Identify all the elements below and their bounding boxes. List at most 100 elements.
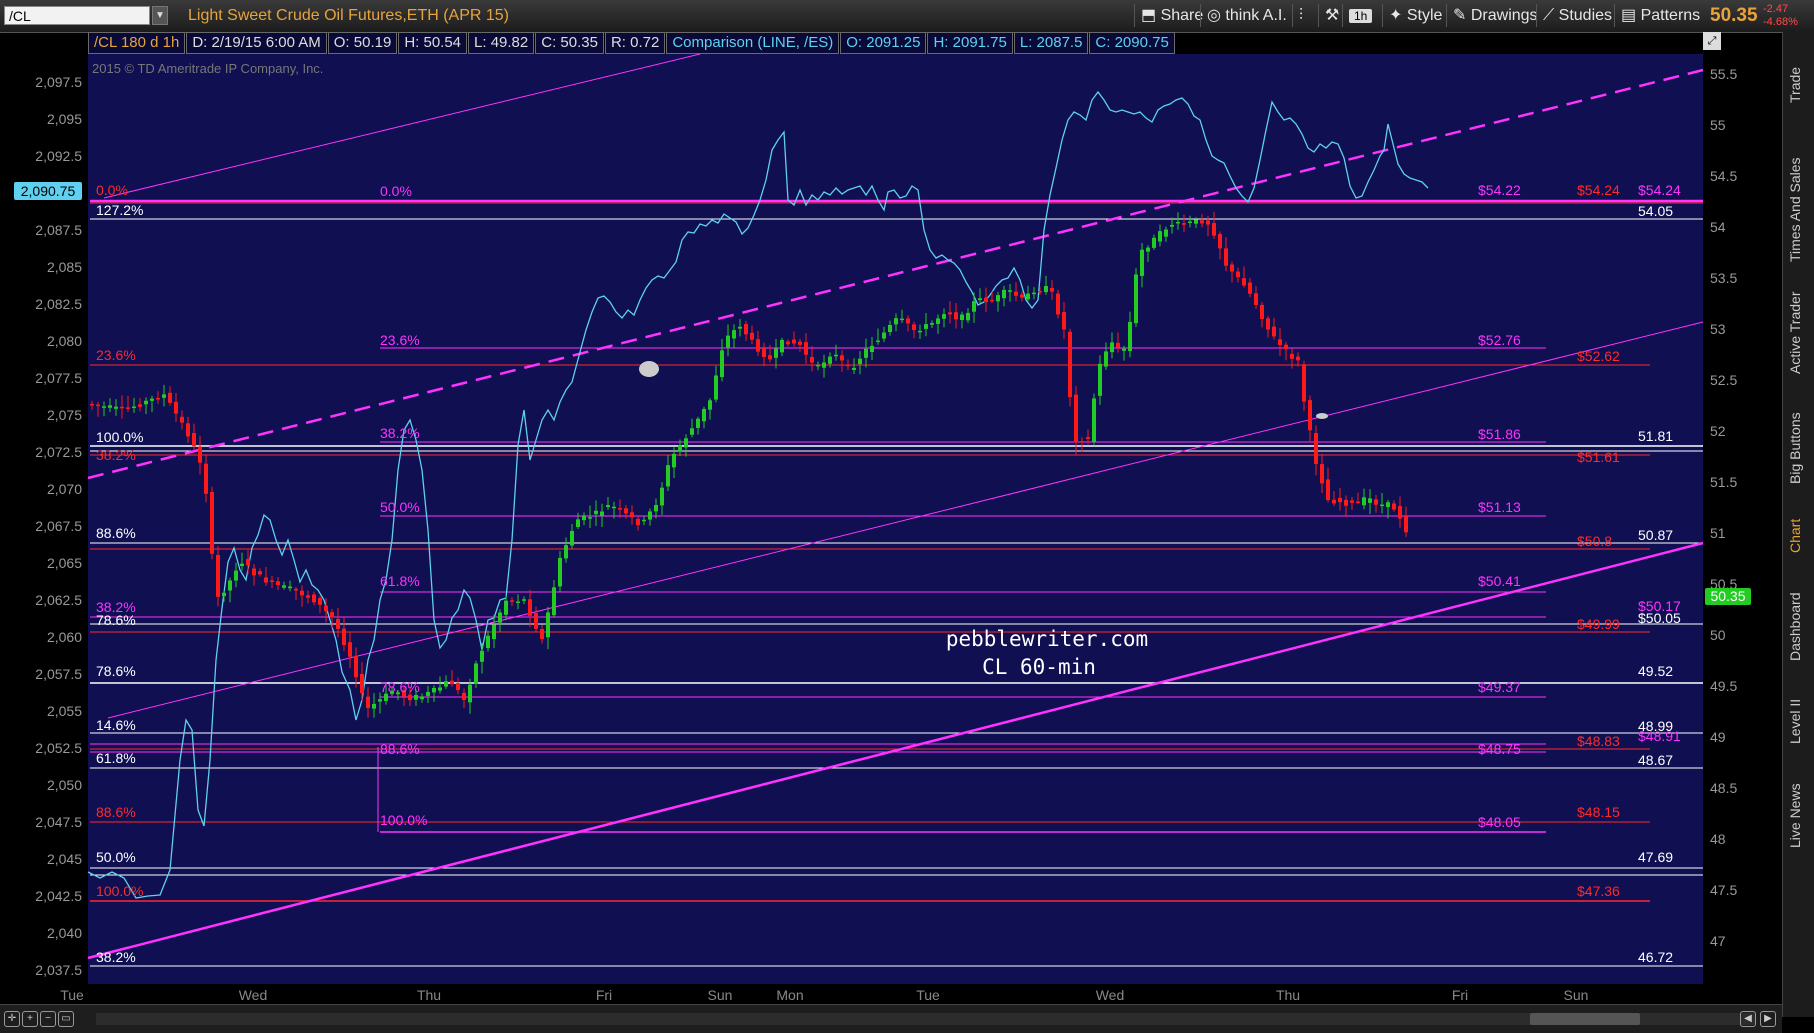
candle-body bbox=[546, 612, 550, 638]
candle-body bbox=[918, 330, 922, 333]
horizontal-scrollbar[interactable] bbox=[96, 1013, 1756, 1025]
candle-body bbox=[690, 428, 694, 435]
left-axis-label: 2,070 bbox=[47, 481, 82, 497]
candle-body bbox=[750, 332, 754, 340]
candle-body bbox=[1278, 339, 1282, 346]
candle-body bbox=[270, 580, 274, 583]
candle-body bbox=[1080, 441, 1084, 443]
candle-body bbox=[132, 406, 136, 409]
candle-body bbox=[996, 295, 1000, 302]
price-label: 47.69 bbox=[1638, 849, 1673, 865]
sidebar-tab-times-and-sales[interactable]: Times And Sales bbox=[1787, 150, 1811, 270]
candle-body bbox=[966, 312, 970, 321]
candle-body bbox=[246, 559, 250, 566]
right-axis-label: 48.5 bbox=[1710, 780, 1737, 796]
left-axis-label: 2,097.5 bbox=[35, 74, 82, 90]
sidebar-tab-chart[interactable]: Chart bbox=[1787, 506, 1811, 566]
right-axis-label: 52.5 bbox=[1710, 372, 1737, 388]
candle-body bbox=[1320, 464, 1324, 484]
candle-body bbox=[324, 605, 328, 612]
candle-body bbox=[528, 599, 532, 616]
fib-label: 23.6% bbox=[380, 332, 420, 348]
candle-body bbox=[1404, 516, 1408, 533]
candle-body bbox=[318, 598, 322, 605]
candle-body bbox=[846, 364, 850, 367]
sidebar-tab-big-buttons[interactable]: Big Buttons bbox=[1787, 406, 1811, 491]
fib-label: 38.2% bbox=[380, 425, 420, 441]
candle-body bbox=[624, 508, 628, 514]
candle-body bbox=[90, 403, 94, 406]
candle-body bbox=[1314, 433, 1318, 464]
candle-body bbox=[570, 530, 574, 546]
candle-body bbox=[726, 335, 730, 348]
candle-body bbox=[1098, 363, 1102, 396]
price-label: $48.91 bbox=[1638, 728, 1681, 744]
price-chart[interactable]: 2,097.52,0952,092.52,0902,087.52,0852,08… bbox=[0, 0, 1782, 1004]
left-axis-label: 2,085 bbox=[47, 259, 82, 275]
candle-body bbox=[1302, 364, 1306, 402]
right-axis-label: 47.5 bbox=[1710, 882, 1737, 898]
sidebar-tab-trade[interactable]: Trade bbox=[1787, 40, 1811, 130]
candle-body bbox=[756, 339, 760, 352]
candle-body bbox=[822, 362, 826, 368]
price-label: $50.05 bbox=[1638, 610, 1681, 626]
candle-body bbox=[1152, 237, 1156, 248]
candle-body bbox=[348, 642, 352, 657]
candle-body bbox=[540, 628, 544, 640]
candle-body bbox=[732, 330, 736, 339]
candle-body bbox=[492, 624, 496, 640]
scroll-left-icon[interactable]: ◀ bbox=[1740, 1011, 1756, 1027]
left-axis-label: 2,082.5 bbox=[35, 296, 82, 312]
candle-body bbox=[1104, 351, 1108, 367]
candle-body bbox=[414, 694, 418, 700]
candle-body bbox=[582, 515, 586, 521]
candle-body bbox=[666, 465, 670, 487]
candle-body bbox=[378, 699, 382, 702]
scroll-right-icon[interactable]: ▶ bbox=[1760, 1011, 1776, 1027]
candle-body bbox=[894, 318, 898, 325]
left-axis-label: 2,042.5 bbox=[35, 888, 82, 904]
candle-body bbox=[618, 508, 622, 510]
candle-body bbox=[1392, 503, 1396, 510]
sidebar-tab-live-news[interactable]: Live News bbox=[1787, 768, 1811, 863]
sidebar-tab-active-trader[interactable]: Active Trader bbox=[1787, 278, 1811, 388]
price-label: 46.72 bbox=[1638, 949, 1673, 965]
candle-body bbox=[1008, 290, 1012, 292]
fib-label: 38.2% bbox=[96, 447, 136, 463]
sidebar-tab-level-ii[interactable]: Level II bbox=[1787, 686, 1811, 756]
candle-body bbox=[228, 580, 232, 591]
price-label: $52.76 bbox=[1478, 332, 1521, 348]
candle-body bbox=[174, 401, 178, 414]
left-axis-label: 2,092.5 bbox=[35, 148, 82, 164]
candle-body bbox=[162, 394, 166, 398]
zoom-out-icon[interactable]: − bbox=[40, 1011, 56, 1027]
fit-icon[interactable]: ▭ bbox=[58, 1011, 74, 1027]
candle-body bbox=[876, 340, 880, 342]
candle-body bbox=[978, 298, 982, 301]
candle-body bbox=[1086, 437, 1090, 440]
zoom-in-icon[interactable]: + bbox=[22, 1011, 38, 1027]
candle-body bbox=[198, 446, 202, 463]
crosshair-icon[interactable]: ✛ bbox=[4, 1011, 20, 1027]
price-label: $51.13 bbox=[1478, 499, 1521, 515]
candle-body bbox=[486, 635, 490, 649]
fib-label: 100.0% bbox=[96, 429, 143, 445]
candle-body bbox=[336, 618, 340, 629]
candle-body bbox=[450, 680, 454, 685]
right-price-marker-text: 50.35 bbox=[1710, 588, 1745, 604]
price-label: $54.22 bbox=[1478, 182, 1521, 198]
plot-area bbox=[88, 54, 1703, 984]
candle-body bbox=[1272, 326, 1276, 337]
fib-label: 100.0% bbox=[96, 883, 143, 899]
candle-body bbox=[372, 703, 376, 709]
left-axis-label: 2,062.5 bbox=[35, 592, 82, 608]
candle-body bbox=[912, 324, 916, 331]
scrollbar-thumb[interactable] bbox=[1530, 1013, 1640, 1025]
price-label: $50.8 bbox=[1577, 533, 1612, 549]
candle-body bbox=[870, 345, 874, 353]
candle-body bbox=[1380, 504, 1384, 507]
candle-body bbox=[654, 505, 658, 512]
annotation-dot-small bbox=[1316, 413, 1328, 419]
sidebar-tab-dashboard[interactable]: Dashboard bbox=[1787, 584, 1811, 669]
fib-label: 78.6% bbox=[96, 612, 136, 628]
